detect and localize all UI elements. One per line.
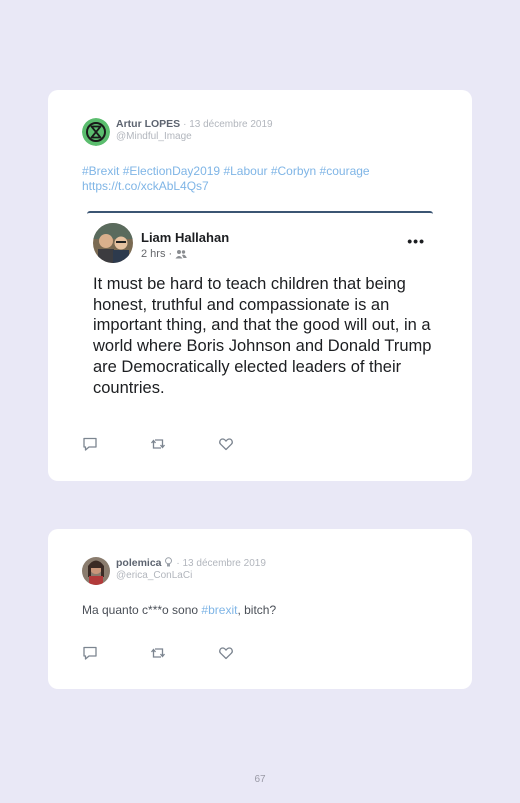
bulb-icon xyxy=(165,557,173,567)
tweet-header: Artur LOPES · 13 décembre 2019 @Mindful_… xyxy=(82,118,273,146)
like-button[interactable] xyxy=(218,436,234,452)
reply-button[interactable] xyxy=(82,645,98,661)
avatar[interactable] xyxy=(82,118,110,146)
tweet-url-link[interactable]: https://t.co/xckAbL4Qs7 xyxy=(82,179,209,193)
tweet-text-part: , bitch? xyxy=(237,603,277,617)
author-handle[interactable]: @Mindful_Image xyxy=(116,131,273,143)
embed-time-text: 2 hrs · xyxy=(141,248,173,260)
like-icon xyxy=(219,438,233,451)
extinction-symbol-icon xyxy=(82,118,110,146)
embedded-screenshot: Liam Hallahan 2 hrs · ••• It must be har… xyxy=(87,211,433,413)
tweet-actions xyxy=(82,645,286,661)
embed-author-name: Liam Hallahan xyxy=(141,230,230,245)
tweet-text: Ma quanto c***o sono #brexit, bitch? xyxy=(82,603,276,618)
tweet-header: polemica · 13 décembre 2019 @erica_ConLa… xyxy=(82,557,266,585)
retweet-icon xyxy=(150,439,166,449)
like-button[interactable] xyxy=(218,645,234,661)
hashtag-link[interactable]: #Corbyn xyxy=(271,164,316,178)
tweet-card: Artur LOPES · 13 décembre 2019 @Mindful_… xyxy=(48,90,472,481)
like-icon xyxy=(219,647,233,660)
retweet-button[interactable] xyxy=(150,645,166,661)
tweet-text: #Brexit #ElectionDay2019 #Labour #Corbyn… xyxy=(82,164,370,194)
avatar[interactable] xyxy=(82,557,110,585)
more-options-icon: ••• xyxy=(407,233,425,249)
author-name[interactable]: Artur LOPES xyxy=(116,118,180,130)
reply-icon xyxy=(83,646,97,660)
reply-button[interactable] xyxy=(82,436,98,452)
hashtag-link[interactable]: #Labour xyxy=(223,164,267,178)
tweet-date: · 13 décembre 2019 xyxy=(183,119,273,130)
tweet-text-part: Ma quanto c***o sono xyxy=(82,603,202,617)
profile-photo-icon xyxy=(82,557,110,585)
author-name[interactable]: polemica xyxy=(116,557,162,569)
hashtag-link[interactable]: #ElectionDay2019 xyxy=(123,164,220,178)
friends-icon xyxy=(175,250,187,259)
page-number: 67 xyxy=(254,774,266,785)
reply-icon xyxy=(83,437,97,451)
hashtag-link[interactable]: #courage xyxy=(320,164,370,178)
retweet-icon xyxy=(150,648,166,658)
hashtag-link[interactable]: #Brexit xyxy=(82,164,119,178)
retweet-button[interactable] xyxy=(150,436,166,452)
embed-post-text: It must be hard to teach children that b… xyxy=(93,275,432,397)
tweet-card: polemica · 13 décembre 2019 @erica_ConLa… xyxy=(48,529,472,689)
author-handle[interactable]: @erica_ConLaCi xyxy=(116,570,266,582)
hashtag-link[interactable]: #brexit xyxy=(201,603,237,617)
embed-avatar xyxy=(93,223,133,263)
tweet-date: · 13 décembre 2019 xyxy=(176,558,266,569)
embed-timestamp: 2 hrs · xyxy=(141,248,187,260)
profile-photo-icon xyxy=(93,223,133,263)
tweet-actions xyxy=(82,436,286,452)
